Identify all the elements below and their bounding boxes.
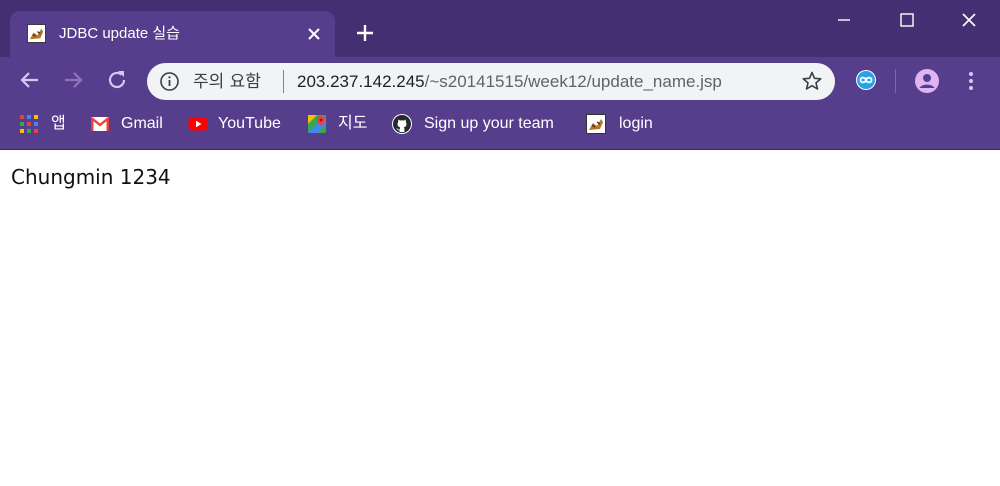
close-icon[interactable]: [303, 23, 325, 45]
apps-grid-icon: [20, 115, 38, 133]
url-text[interactable]: 203.237.142.245/~s20141515/week12/update…: [297, 72, 722, 92]
address-bar[interactable]: 주의 요함 203.237.142.245/~s20141515/week12/…: [147, 63, 835, 100]
youtube-icon: [188, 117, 208, 131]
bookmark-label: 지도: [338, 115, 368, 132]
extension-icon[interactable]: [855, 69, 877, 91]
reload-icon[interactable]: [104, 67, 130, 93]
forward-arrow-icon[interactable]: [60, 67, 86, 93]
tab-title: JDBC update 실습: [59, 25, 180, 42]
back-arrow-icon[interactable]: [17, 67, 43, 93]
bookmark-label: 앱: [51, 115, 66, 132]
tab-strip: JDBC update 실습: [0, 0, 1000, 57]
tiger-logo-icon: [27, 24, 46, 43]
github-icon: [392, 114, 412, 134]
active-tab[interactable]: JDBC update 실습: [10, 11, 335, 57]
maps-icon: [308, 115, 326, 133]
tiger-logo-icon: [586, 114, 606, 134]
url-host: 203.237.142.245: [297, 72, 425, 91]
gmail-icon: [90, 117, 110, 131]
security-status-text[interactable]: 주의 요함: [193, 72, 261, 92]
browser-chrome: JDBC update 실습 주의 요함 203.237.142.245/~s2…: [0, 0, 1000, 150]
more-menu-icon[interactable]: [962, 69, 980, 93]
page-content: Chungmin 1234: [0, 150, 1000, 486]
bookmarks-bar: 앱 Gmail YouTube 지도 Sign up your team log…: [0, 105, 1000, 149]
url-separator: [283, 70, 284, 93]
bookmark-label: Gmail: [121, 115, 163, 132]
profile-avatar-icon[interactable]: [914, 68, 940, 94]
url-path: /~s20141515/week12/update_name.jsp: [424, 72, 722, 91]
toolbar-divider: [895, 69, 896, 93]
maximize-icon[interactable]: [895, 8, 919, 32]
result-text: Chungmin 1234: [11, 165, 171, 189]
bookmark-label: login: [619, 115, 653, 132]
new-tab-button[interactable]: [352, 20, 378, 46]
info-icon[interactable]: [159, 71, 180, 92]
bookmark-label: YouTube: [218, 115, 281, 132]
star-icon[interactable]: [801, 70, 823, 92]
minimize-icon[interactable]: [832, 8, 856, 32]
bookmark-label: Sign up your team: [424, 115, 554, 132]
toolbar: 주의 요함 203.237.142.245/~s20141515/week12/…: [0, 57, 1000, 105]
window-close-icon[interactable]: [957, 8, 981, 32]
